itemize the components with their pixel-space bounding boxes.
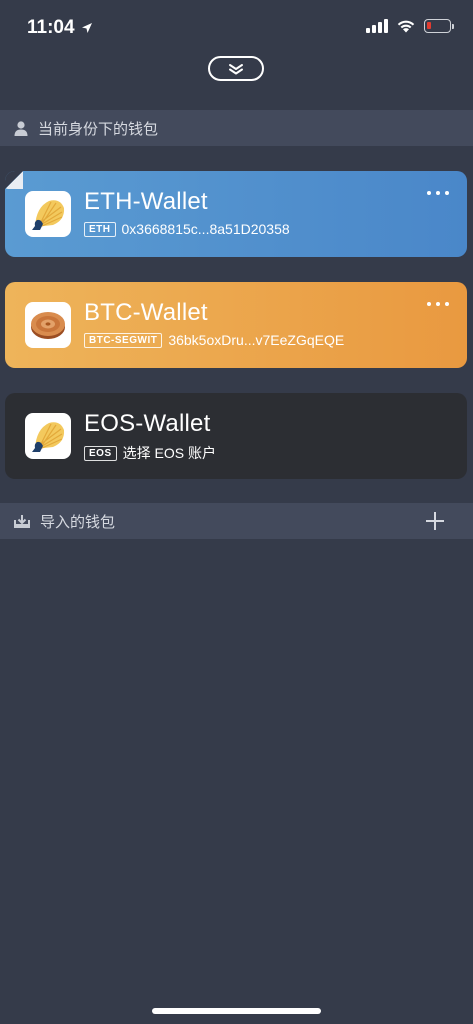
wallet-meta: BTC-SEGWIT 36bk5oxDru...v7EeZGqEQE [84, 332, 344, 348]
chevron-double-down-icon [229, 63, 243, 74]
shell-logo-icon [25, 191, 71, 237]
download-icon [14, 514, 30, 528]
plus-icon[interactable] [423, 509, 447, 533]
more-dot-2 [436, 191, 440, 195]
status-icons [366, 19, 454, 33]
battery-icon [424, 19, 454, 33]
coin-logo-icon [25, 302, 71, 348]
location-arrow-icon [81, 23, 92, 33]
wallet-name: ETH-Wallet [84, 188, 208, 215]
wallet-address: 0x3668815c...8a51D20358 [121, 221, 290, 237]
wallet-name: EOS-Wallet [84, 410, 211, 437]
shell-logo-icon [25, 413, 71, 459]
chain-badge: BTC-SEGWIT [84, 332, 163, 348]
more-options-button[interactable] [427, 298, 449, 310]
select-eos-account-link[interactable]: 选择 EOS 账户 [123, 443, 216, 463]
current-identity-section-header: 当前身份下的钱包 [0, 110, 473, 146]
section-title: 导入的钱包 [40, 513, 116, 531]
chain-badge: ETH [84, 221, 116, 237]
more-dot-2 [436, 302, 440, 306]
more-dots-icon [427, 191, 431, 195]
wifi-icon [397, 20, 415, 33]
cellular-signal-icon [366, 19, 388, 33]
wallet-card-eos[interactable]: EOS-Wallet EOS 选择 EOS 账户 [5, 393, 467, 479]
more-dots-icon [427, 302, 431, 306]
status-bar: 11:04 [0, 0, 473, 56]
chain-badge: EOS [84, 445, 117, 461]
wallet-card-btc[interactable]: BTC-Wallet BTC-SEGWIT 36bk5oxDru...v7EeZ… [5, 282, 467, 368]
wallet-card-eth[interactable]: ETH-Wallet ETH 0x3668815c...8a51D20358 [5, 171, 467, 257]
battery-level [427, 22, 431, 29]
person-icon [14, 120, 28, 136]
status-time-group: 11:04 [27, 17, 93, 39]
wallet-meta: EOS 选择 EOS 账户 [84, 443, 216, 463]
status-time: 11:04 [27, 17, 75, 38]
card-fold-inner [5, 171, 23, 189]
home-indicator[interactable] [152, 1008, 321, 1014]
more-options-button[interactable] [427, 187, 449, 199]
wallet-meta: ETH 0x3668815c...8a51D20358 [84, 221, 290, 237]
imported-wallets-section-header: 导入的钱包 [0, 503, 473, 539]
more-dot-3 [445, 302, 449, 306]
wallet-address: 36bk5oxDru...v7EeZGqEQE [168, 332, 345, 348]
wallet-name: BTC-Wallet [84, 299, 208, 326]
section-title: 当前身份下的钱包 [38, 120, 159, 138]
collapse-button[interactable] [208, 56, 264, 81]
more-dot-3 [445, 191, 449, 195]
